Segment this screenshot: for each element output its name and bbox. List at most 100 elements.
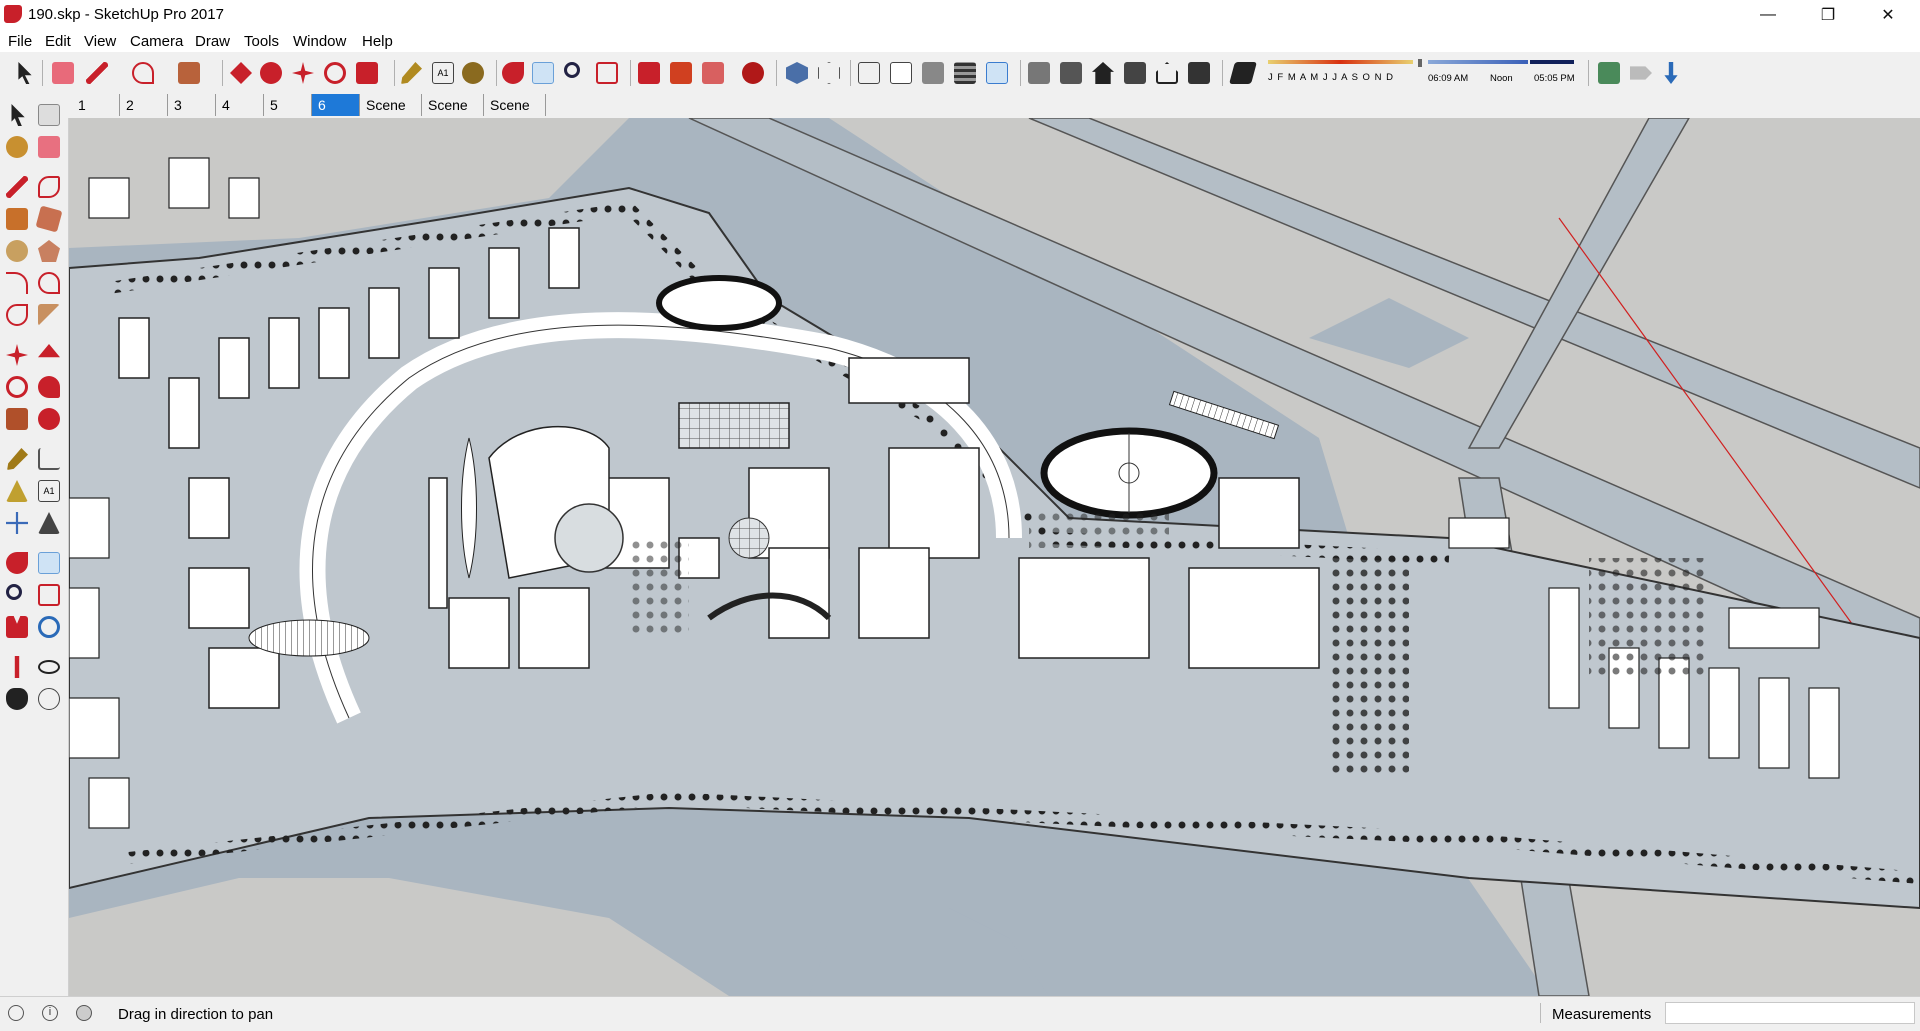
menu-camera[interactable]: Camera: [130, 33, 183, 50]
scene-tab-3[interactable]: 3: [168, 94, 216, 116]
menu-draw[interactable]: Draw: [195, 33, 230, 50]
left-view-icon[interactable]: [1188, 62, 1210, 84]
time-slider[interactable]: [1428, 60, 1528, 64]
dimension-icon[interactable]: [38, 448, 60, 470]
user-account-icon[interactable]: [76, 1005, 92, 1021]
xray-icon[interactable]: [786, 62, 808, 84]
pan-icon[interactable]: [532, 62, 554, 84]
line-icon[interactable]: [86, 62, 108, 84]
previous-view-icon[interactable]: [38, 616, 60, 638]
look-around-icon[interactable]: [38, 660, 60, 674]
pie-icon[interactable]: [38, 304, 60, 326]
scene-tab-7[interactable]: Scene 7: [360, 94, 422, 135]
text-icon[interactable]: A1: [432, 62, 454, 84]
zoom-icon[interactable]: [564, 62, 580, 78]
front-view-icon[interactable]: [1092, 62, 1114, 84]
top-view-icon[interactable]: [1060, 62, 1082, 84]
3d-text-icon[interactable]: [38, 512, 60, 534]
protractor-icon[interactable]: [6, 480, 28, 502]
offset-icon[interactable]: [38, 408, 60, 430]
back-view-icon[interactable]: [1156, 62, 1178, 84]
follow-me-icon[interactable]: [260, 62, 282, 84]
minimize-button[interactable]: —: [1740, 0, 1796, 30]
wireframe-icon[interactable]: [858, 62, 880, 84]
rotated-rectangle-icon[interactable]: [35, 205, 63, 233]
close-button[interactable]: ✕: [1860, 0, 1916, 30]
tape-measure-icon[interactable]: [401, 62, 422, 84]
monochrome-icon[interactable]: [986, 62, 1008, 84]
menu-file[interactable]: File: [8, 33, 32, 50]
menu-view[interactable]: View: [84, 33, 116, 50]
text-icon[interactable]: A1: [38, 480, 60, 502]
position-camera-icon[interactable]: [14, 656, 20, 678]
polygon-icon[interactable]: [38, 240, 60, 262]
pan-icon[interactable]: [38, 552, 60, 574]
arc-icon[interactable]: [132, 62, 154, 84]
circle-icon[interactable]: [6, 240, 28, 262]
right-view-icon[interactable]: [1124, 62, 1146, 84]
line-icon[interactable]: [6, 176, 28, 198]
scale-icon[interactable]: [356, 62, 378, 84]
back-edges-icon[interactable]: [818, 62, 840, 84]
hidden-line-icon[interactable]: [890, 62, 912, 84]
rotate-icon[interactable]: [324, 62, 346, 84]
select-icon[interactable]: [18, 62, 32, 84]
geolocation-icon[interactable]: [8, 1005, 24, 1021]
photo-textures-icon[interactable]: [1664, 62, 1678, 84]
section-plane-icon[interactable]: [38, 688, 60, 710]
measurements-input[interactable]: [1665, 1002, 1915, 1024]
scale-icon[interactable]: [6, 408, 28, 430]
3d-warehouse-icon[interactable]: [638, 62, 660, 84]
rectangle-icon[interactable]: [178, 62, 200, 84]
scene-tab-9[interactable]: Scene 9: [484, 94, 546, 135]
move-icon[interactable]: [6, 344, 28, 366]
arc-icon[interactable]: [6, 272, 28, 294]
share-component-icon[interactable]: [702, 62, 724, 84]
share-model-icon[interactable]: [670, 62, 692, 84]
zoom-window-icon[interactable]: [38, 584, 60, 606]
follow-me-icon[interactable]: [38, 376, 60, 398]
push-pull-icon[interactable]: [38, 344, 60, 358]
zoom-extents-icon[interactable]: [6, 616, 28, 638]
zoom-icon[interactable]: [6, 584, 22, 600]
orbit-icon[interactable]: [502, 62, 524, 84]
menu-tools[interactable]: Tools: [244, 33, 279, 50]
eraser-icon[interactable]: [38, 136, 60, 158]
toggle-terrain-icon[interactable]: [1630, 66, 1652, 80]
two-point-arc-icon[interactable]: [38, 272, 60, 294]
restore-button[interactable]: ❐: [1800, 0, 1856, 30]
extension-warehouse-icon[interactable]: [742, 62, 764, 84]
select-icon[interactable]: [11, 104, 25, 126]
shaded-textures-icon[interactable]: [954, 62, 976, 84]
axes-icon[interactable]: [6, 512, 28, 534]
zoom-extents-icon[interactable]: [596, 62, 618, 84]
make-component-icon[interactable]: [38, 104, 60, 126]
tape-measure-icon[interactable]: [7, 448, 28, 470]
menu-help[interactable]: Help: [362, 33, 393, 50]
rectangle-icon[interactable]: [6, 208, 28, 230]
iso-view-icon[interactable]: [1028, 62, 1050, 84]
three-point-arc-icon[interactable]: [6, 304, 28, 326]
paint-bucket-icon[interactable]: [462, 62, 484, 84]
credits-icon[interactable]: i: [42, 1005, 58, 1021]
push-pull-icon[interactable]: [230, 62, 252, 84]
scene-tab-5[interactable]: 5: [264, 94, 312, 116]
month-slider-thumb[interactable]: [1418, 59, 1422, 67]
shadows-toggle-icon[interactable]: [1229, 62, 1257, 84]
scene-tab-6[interactable]: 6: [312, 94, 360, 116]
freehand-icon[interactable]: [38, 176, 60, 198]
model-viewport[interactable]: [69, 118, 1920, 996]
scene-tab-8[interactable]: Scene 8: [422, 94, 484, 135]
shaded-icon[interactable]: [922, 62, 944, 84]
rotate-icon[interactable]: [6, 376, 28, 398]
scene-tab-1[interactable]: 1: [72, 94, 120, 116]
menu-edit[interactable]: Edit: [45, 33, 71, 50]
paint-bucket-icon[interactable]: [6, 136, 28, 158]
scene-tab-4[interactable]: 4: [216, 94, 264, 116]
month-slider[interactable]: [1268, 60, 1413, 64]
scene-tab-2[interactable]: 2: [120, 94, 168, 116]
walk-icon[interactable]: [6, 688, 28, 710]
eraser-icon[interactable]: [52, 62, 74, 84]
move-icon[interactable]: [292, 62, 314, 84]
menu-window[interactable]: Window: [293, 33, 346, 50]
